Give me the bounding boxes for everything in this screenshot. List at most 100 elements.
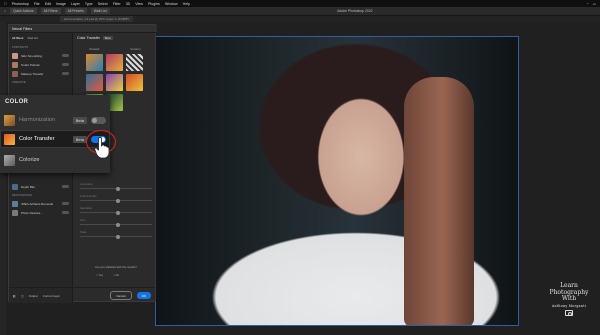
filter-label: Colorize — [19, 157, 40, 163]
os-menubar:  Photoshop File Edit Image Layer Type S… — [0, 0, 600, 7]
hand-cursor-icon — [94, 137, 110, 159]
panel-footer: ◧ ◫ Output Current layer Cancel OK — [9, 287, 155, 303]
tab-all-filters[interactable]: All filters — [12, 36, 23, 40]
watermark-author: Anthony Morganti — [551, 303, 587, 308]
depth-blur-thumbnail — [12, 183, 18, 190]
slider-label: Color Intensity — [80, 195, 97, 198]
filter-toggle[interactable] — [62, 201, 69, 206]
harmonization-thumbnail — [4, 114, 15, 126]
slider-luminance[interactable]: Luminance — [80, 183, 152, 191]
menu-layer[interactable]: Layer — [71, 2, 80, 6]
settings-header: Color Transfer Beta — [74, 33, 156, 43]
menu-help[interactable]: Help — [183, 2, 190, 6]
menu-select[interactable]: Select — [98, 2, 108, 6]
menu-plugins[interactable]: Plugins — [148, 2, 160, 6]
filter-photo-restoration[interactable]: Photo Restora... — [9, 208, 72, 217]
skin-smoothing-thumbnail — [12, 52, 18, 59]
canvas-photo[interactable] — [155, 36, 519, 326]
section-creative: Creative — [12, 80, 26, 84]
tab-presets[interactable]: Presets — [89, 47, 99, 51]
slider-color-intensity[interactable]: Color Intensity — [80, 195, 152, 203]
slider-label: Hue — [80, 219, 85, 222]
menu-photoshop[interactable]: Photoshop — [12, 2, 29, 6]
ok-button[interactable]: OK — [136, 292, 151, 299]
smart-portrait-thumbnail — [12, 61, 18, 68]
beta-badge: Beta — [102, 36, 113, 40]
output-label: Output — [28, 293, 38, 298]
tab-wait-list[interactable]: Wait list — [27, 36, 37, 40]
preset-thumbnail[interactable] — [126, 54, 143, 71]
filter-depth-blur[interactable]: Depth Blur — [9, 182, 72, 191]
menu-image[interactable]: Image — [56, 2, 66, 6]
preset-thumbnail[interactable] — [106, 54, 123, 71]
section-portraits: Portraits — [12, 45, 28, 49]
color-section-title: COLOR — [5, 99, 29, 105]
filter-label: Makeup Transfer — [21, 71, 44, 76]
filter-toggle[interactable] — [62, 71, 69, 76]
photo-restoration-thumbnail — [12, 209, 18, 216]
layers-icon[interactable]: ◧ — [13, 294, 16, 298]
menu-edit[interactable]: Edit — [45, 2, 51, 6]
filter-smart-portrait[interactable]: Smart Portrait — [9, 60, 72, 69]
filter-label: JPEG Artifacts Removal — [21, 201, 54, 206]
filter-label: Photo Restora... — [21, 210, 43, 215]
wifi-icon[interactable]: ◔ — [586, 2, 588, 6]
preview-icon[interactable]: ◫ — [21, 294, 24, 298]
cancel-button[interactable]: Cancel — [110, 291, 132, 300]
filter-label: Harmonization — [19, 117, 56, 123]
makeup-transfer-thumbnail — [12, 70, 18, 77]
preset-thumbnail[interactable] — [126, 74, 143, 91]
camera-icon — [565, 310, 573, 316]
jpeg-thumbnail — [12, 200, 18, 207]
filter-toggle[interactable] — [62, 62, 69, 67]
wait-list-button[interactable]: Wait List — [90, 8, 110, 14]
window-title: Adobe Photoshop 2022 — [337, 9, 373, 13]
filter-label: Depth Blur — [21, 184, 36, 189]
filter-label: Skin Smoothing — [21, 53, 43, 58]
menu-type[interactable]: Type — [85, 2, 93, 6]
status-icons: ◔ ▭ — [586, 2, 596, 6]
slider-scale[interactable]: Scale — [80, 231, 152, 239]
filter-toggle[interactable] — [62, 184, 69, 189]
harmonization-toggle[interactable] — [91, 116, 106, 124]
menu-window[interactable]: Window — [165, 2, 178, 6]
section-restoration: Restoration — [12, 193, 32, 197]
beta-badge: Beta — [72, 135, 87, 143]
slider-saturation[interactable]: Saturation — [80, 207, 152, 215]
feedback-yes-radio[interactable]: Yes — [96, 273, 103, 277]
preset-thumbnail[interactable] — [86, 54, 103, 71]
options-bar: ⌂ Quick Actions All Filters All Presets … — [0, 7, 600, 16]
filter-toggle[interactable] — [62, 53, 69, 58]
feedback-question: Are you satisfied with the results? — [95, 265, 137, 269]
output-select[interactable]: Current layer — [43, 294, 60, 298]
chair-backrest-image — [404, 77, 474, 325]
menu-file[interactable]: File — [34, 2, 40, 6]
menu-filter[interactable]: Filter — [113, 2, 121, 6]
preset-thumbnail[interactable] — [86, 74, 103, 91]
beta-badge: Beta — [72, 116, 87, 124]
filter-harmonization[interactable]: Harmonization Beta — [0, 111, 110, 129]
filter-toggle[interactable] — [62, 210, 69, 215]
filter-label: Smart Portrait — [21, 62, 40, 67]
preset-thumbnail[interactable] — [106, 74, 123, 91]
apple-icon[interactable]:  — [4, 2, 7, 6]
colorize-thumbnail — [4, 154, 15, 166]
tab-custom[interactable]: Custom — [130, 47, 140, 51]
home-icon[interactable]: ⌂ — [4, 9, 6, 13]
menu-3d[interactable]: 3D — [126, 2, 131, 6]
feedback-no-radio[interactable]: No — [113, 273, 119, 277]
all-presets-button[interactable]: All Presets — [64, 8, 87, 14]
filter-label: Color Transfer — [19, 136, 55, 142]
settings-title: Color Transfer — [77, 36, 100, 40]
panel-title: Neural Filters — [9, 25, 157, 33]
battery-icon[interactable]: ▭ — [593, 2, 596, 6]
all-filters-button[interactable]: All Filters — [40, 8, 61, 14]
filter-jpeg-artifacts-removal[interactable]: JPEG Artifacts Removal — [9, 199, 72, 208]
filter-list-tabs: All filters Wait list — [9, 33, 72, 43]
filter-skin-smoothing[interactable]: Skin Smoothing — [9, 51, 72, 60]
filter-makeup-transfer[interactable]: Makeup Transfer — [9, 69, 72, 78]
slider-hue[interactable]: Hue — [80, 219, 152, 227]
slider-label: Scale — [80, 231, 87, 234]
menu-view[interactable]: View — [135, 2, 143, 6]
quick-actions-button[interactable]: Quick Actions — [10, 8, 37, 14]
